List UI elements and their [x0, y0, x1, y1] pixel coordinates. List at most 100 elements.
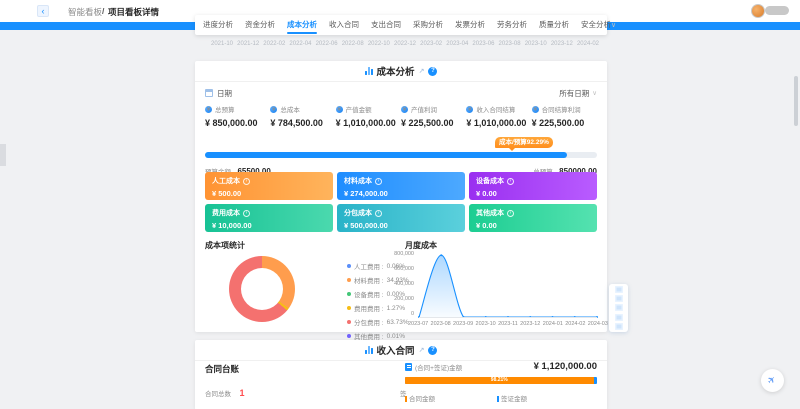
y-axis-tick-label: 600,000 [394, 266, 414, 272]
background-date-label: 2022-10 [368, 41, 390, 47]
date-range-value: 所有日期 [559, 88, 589, 99]
y-axis-tick-label: 800,000 [394, 251, 414, 257]
cost-category-card[interactable]: 费用成本 › ¥ 10,000.00 [205, 204, 333, 232]
cost-section-header: 成本分析 ↗ ? [195, 61, 607, 82]
chevron-down-icon[interactable]: ∨ [611, 21, 616, 29]
stat-value: ¥ 1,010,000.00 [336, 118, 401, 128]
legend-dot-icon [347, 278, 351, 282]
stat-value: ¥ 1,010,000.00 [466, 118, 531, 128]
page-root: ‹ 智能看板 / 项目看板详情 2021-102021-122022-02202… [0, 0, 800, 409]
card-value: ¥ 274,000.00 [344, 189, 458, 198]
toolbar-icon[interactable] [615, 286, 623, 293]
toolbar-icon[interactable] [615, 304, 623, 311]
monthly-chart-title: 月度成本 [405, 240, 437, 251]
cost-analysis-panel: 成本分析 ↗ ? 日期 所有日期 ∨ ¥ 总预算 ¥ 850,000.00 ¥ … [195, 61, 607, 332]
contract-counts-row: 合同总数 1 签证总数 1 [205, 383, 405, 401]
back-button[interactable]: ‹ [37, 5, 49, 17]
chevron-right-icon: › [243, 178, 250, 185]
income-section-header: 收入合同 ↗ ? [195, 340, 607, 361]
toolbar-icon[interactable] [615, 295, 623, 302]
tab[interactable]: 质量分析 [539, 15, 569, 35]
tab[interactable]: 收入合同 [329, 15, 359, 35]
toolbar-icon[interactable] [615, 314, 623, 321]
breadcrumb-separator: / [102, 6, 104, 16]
background-date-label: 2022-08 [342, 41, 364, 47]
background-date-label: 2023-06 [472, 41, 494, 47]
trend-icon: ↗ [419, 346, 425, 354]
card-label: 分包成本 [344, 208, 372, 218]
help-icon[interactable]: ? [428, 346, 437, 355]
cost-category-card[interactable]: 材料成本 › ¥ 274,000.00 [337, 172, 465, 200]
legend-dot-icon [347, 320, 351, 324]
cost-category-card[interactable]: 设备成本 › ¥ 0.00 [469, 172, 597, 200]
monthly-area-chart [419, 254, 597, 317]
yuan-badge-icon: ¥ [401, 106, 408, 113]
help-icon[interactable]: ? [428, 67, 437, 76]
legend-item[interactable]: 分包费用 63.73% [347, 317, 409, 327]
cost-stat: ¥ 产值金额 ¥ 1,010,000.00 [336, 104, 401, 128]
background-date-label: 2023-02 [420, 41, 442, 47]
legend-label: 分包费用 [354, 317, 384, 327]
stat-label: 产值利润 [411, 104, 437, 114]
user-avatar[interactable] [751, 4, 765, 18]
stat-value: ¥ 225,500.00 [532, 118, 597, 128]
cost-category-card[interactable]: 其他成本 › ¥ 0.00 [469, 204, 597, 232]
y-axis-tick-label: 200,000 [394, 296, 414, 302]
monthly-x-axis-labels: 2023-072023-082023-092023-102023-112023-… [408, 321, 608, 327]
cost-category-card[interactable]: 分包成本 › ¥ 500,000.00 [337, 204, 465, 232]
tab[interactable]: 采购分析 [413, 15, 443, 35]
total-amount-label: (合同+签证)金额 [415, 362, 462, 372]
legend-percent: 0.01% [387, 333, 405, 340]
x-axis-tick-label: 2023-07 [408, 321, 428, 327]
tab[interactable]: 资金分析 [245, 15, 275, 35]
tab[interactable]: 发票分析 [455, 15, 485, 35]
x-axis-tick-label: 2024-01 [543, 321, 563, 327]
left-edge-scroll-block [0, 144, 6, 166]
breadcrumb-root[interactable]: 智能看板 [68, 6, 102, 18]
monthly-x-axis-line [419, 317, 597, 318]
area-fill [419, 255, 597, 317]
donut-hole [241, 268, 283, 310]
background-date-label: 2023-04 [446, 41, 468, 47]
yuan-badge-icon: ¥ [336, 106, 343, 113]
cost-stat: ¥ 合同结算利润 ¥ 225,500.00 [532, 104, 597, 128]
breadcrumb-current: 项目看板详情 [108, 6, 159, 18]
tab[interactable]: 安全分析 [581, 15, 611, 35]
chevron-right-icon: › [507, 210, 514, 217]
card-value: ¥ 500,000.00 [344, 221, 458, 230]
tab[interactable]: 劳务分析 [497, 15, 527, 35]
background-date-label: 2022-06 [316, 41, 338, 47]
tab[interactable]: 成本分析 [287, 15, 317, 35]
income-section-title: 收入合同 [377, 343, 415, 357]
scrollbar-thumb[interactable] [794, 76, 798, 126]
stat-label: 合同结算利润 [542, 104, 581, 114]
card-label: 设备成本 [476, 176, 504, 186]
back-to-top-button[interactable]: ✈ [761, 369, 784, 392]
x-axis-tick-label: 2023-12 [520, 321, 540, 327]
card-value: ¥ 0.00 [476, 221, 590, 230]
cost-category-card[interactable]: 人工成本 › ¥ 500.00 [205, 172, 333, 200]
date-range-dropdown[interactable]: 所有日期 ∨ [559, 88, 597, 99]
income-contract-panel: 收入合同 ↗ ? 合同台账 合同总数 1 签证总数 1 (合同+签证)金额 ¥ … [195, 340, 607, 409]
legend-percent: 63.73% [387, 319, 409, 326]
toolbar-icon[interactable] [615, 323, 623, 330]
user-menu-pill[interactable] [765, 6, 789, 15]
background-date-label: 2023-12 [551, 41, 573, 47]
cost-section-title: 成本分析 [377, 64, 415, 78]
stat-label: 产值金额 [346, 104, 372, 114]
y-axis-tick-label: 400,000 [394, 281, 414, 287]
x-axis-tick-label: 2023-09 [453, 321, 473, 327]
orange-tick-icon [405, 396, 407, 402]
cost-donut-chart [229, 256, 295, 322]
legend-dot-icon [347, 306, 351, 310]
stat-value: ¥ 850,000.00 [205, 118, 270, 128]
background-date-label: 2022-02 [263, 41, 285, 47]
tab[interactable]: 支出合同 [371, 15, 401, 35]
yuan-badge-icon: ¥ [270, 106, 277, 113]
yuan-badge-icon: ¥ [205, 106, 212, 113]
bar-chart-icon [365, 67, 373, 75]
legend-dot-icon [347, 264, 351, 268]
tab[interactable]: 进度分析 [203, 15, 233, 35]
yuan-badge-icon: ¥ [466, 106, 473, 113]
date-filter-label: 日期 [217, 88, 232, 99]
